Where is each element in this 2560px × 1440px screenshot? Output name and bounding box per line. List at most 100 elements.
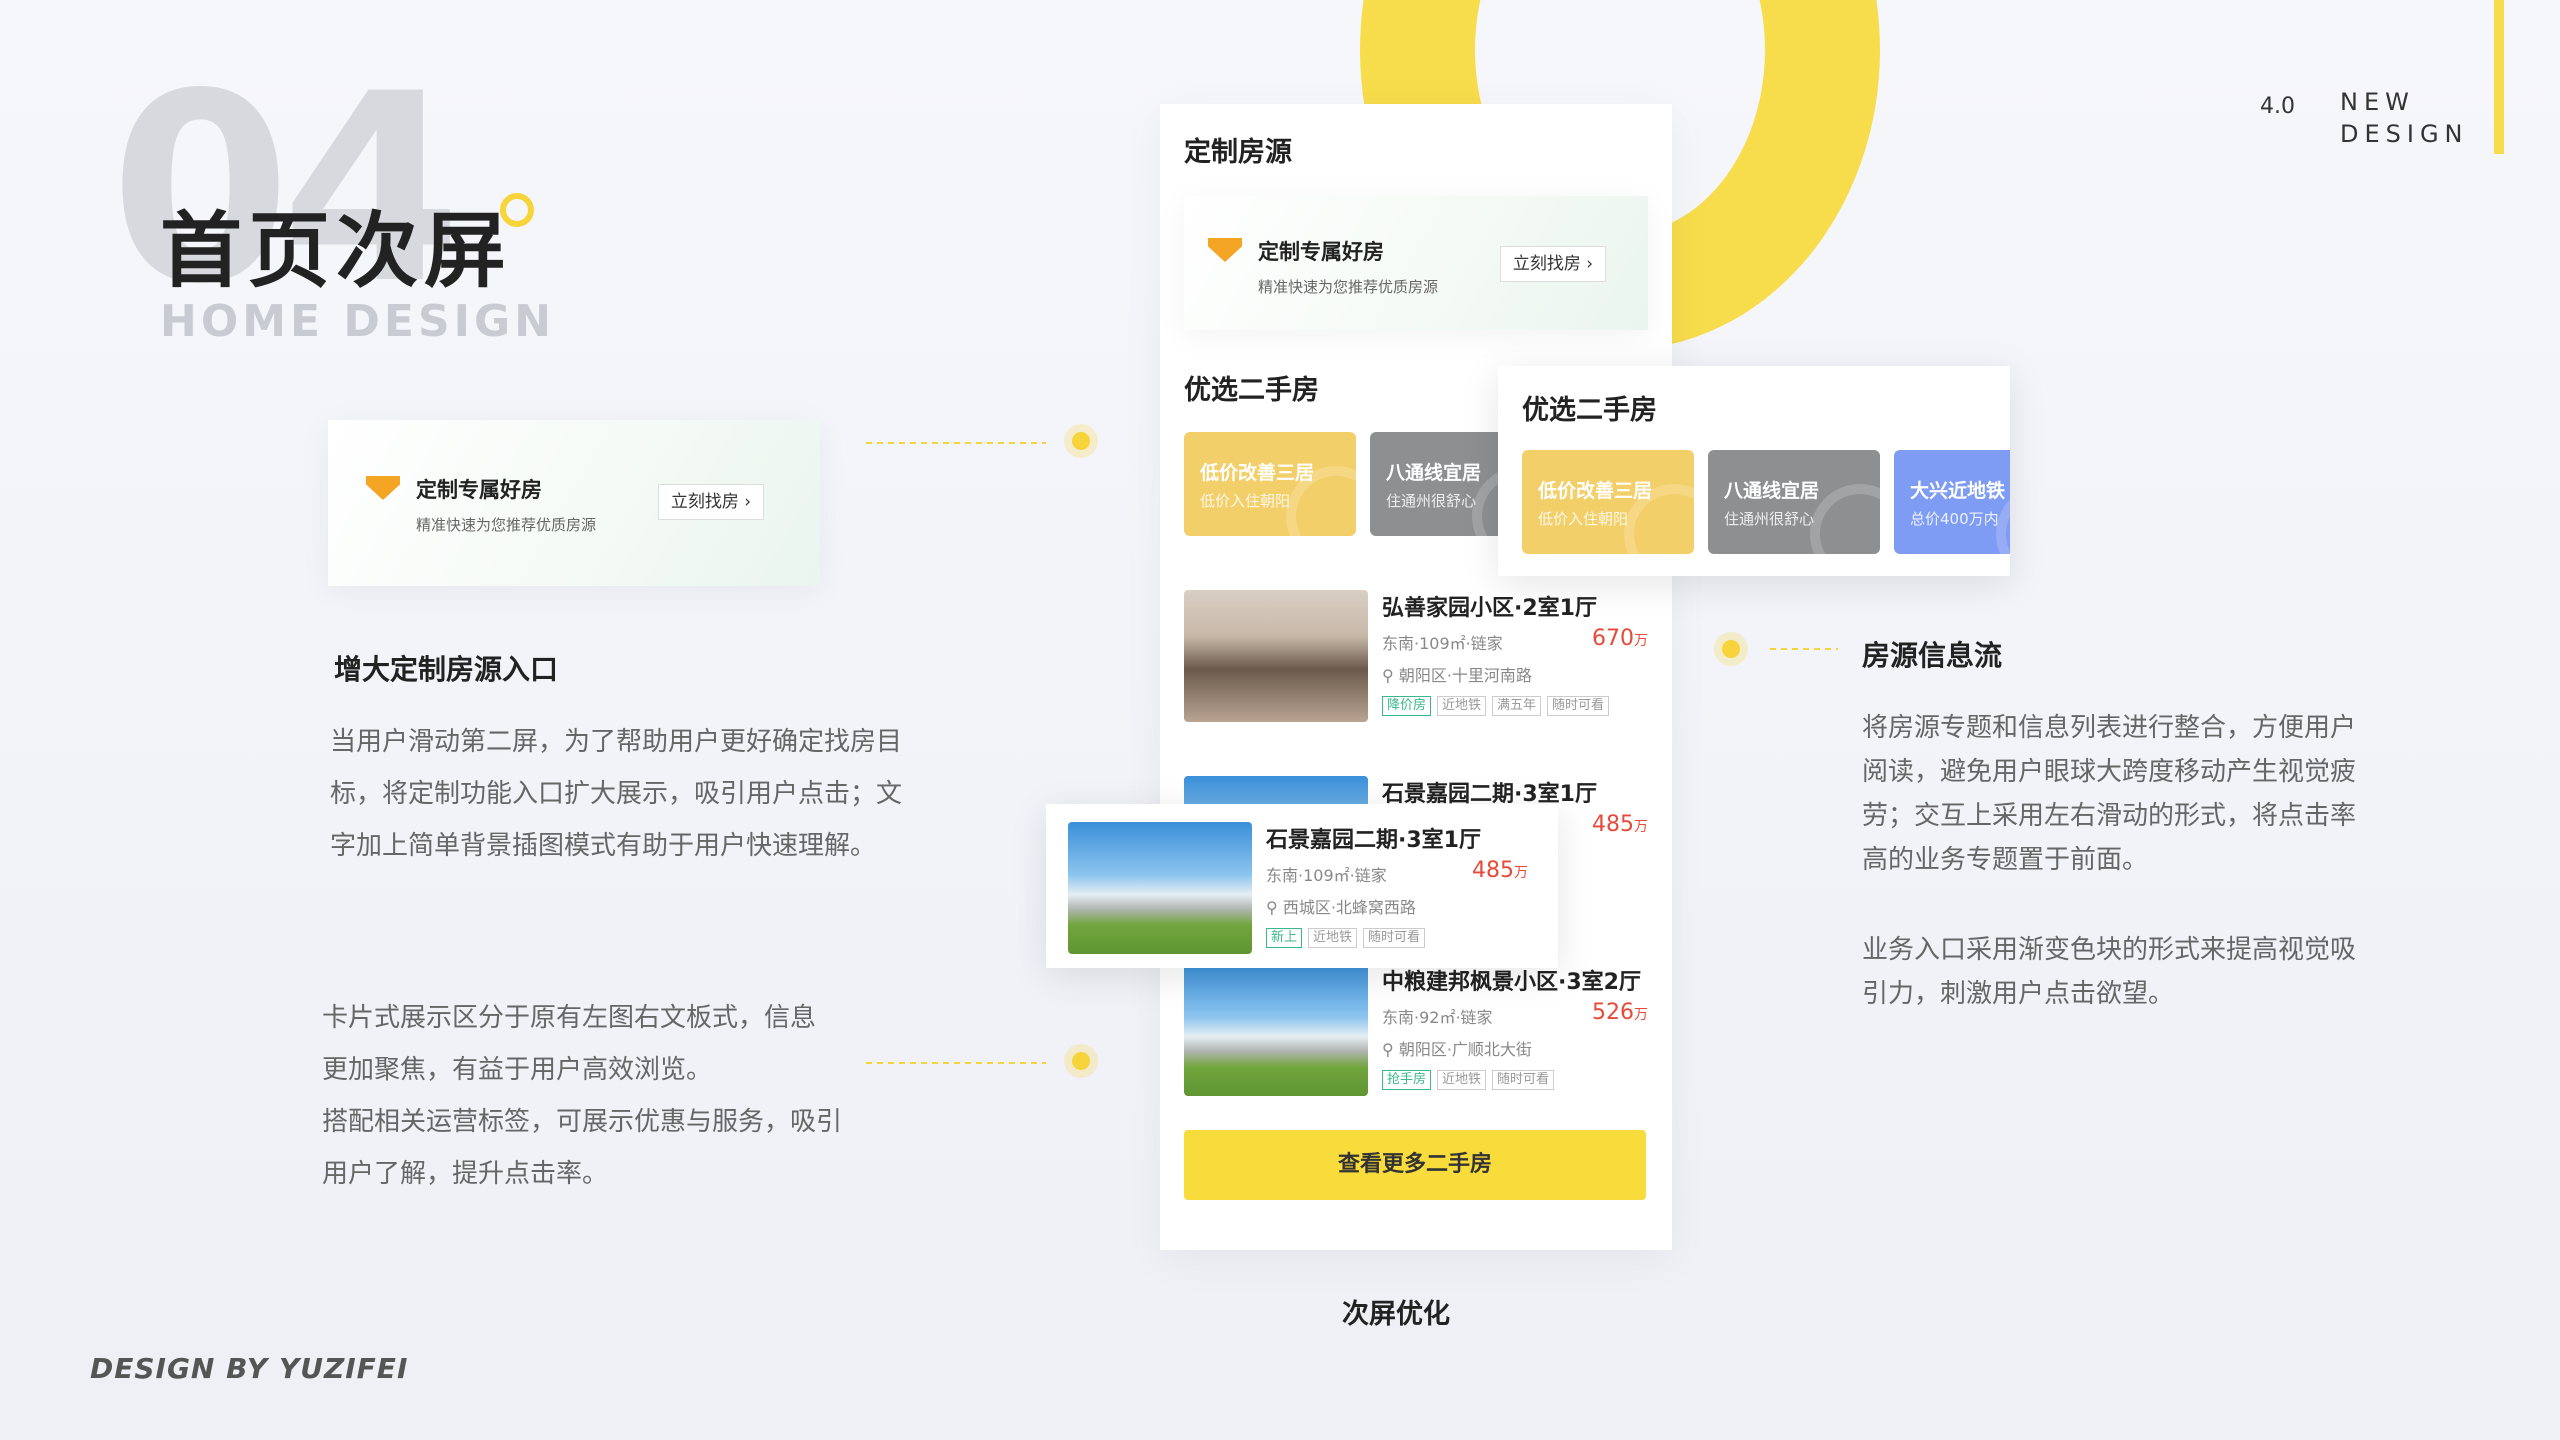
connector-dot-icon — [1072, 432, 1090, 450]
listing-overlay[interactable]: 石景嘉园二期·3室1厅 东南·109㎡·链家 485万 ⚲ 西城区·北蜂窝西路 … — [1046, 804, 1558, 968]
listing-info: 东南·109㎡·链家 — [1266, 866, 1387, 885]
listing-price: 526万 — [1592, 1000, 1648, 1025]
topic-tile[interactable]: 低价改善三居 低价入住朝阳 — [1522, 450, 1694, 554]
listing-price: 485万 — [1592, 812, 1648, 837]
tile-title: 八通线宜居 — [1724, 480, 1820, 502]
listing-card[interactable]: 中粮建邦枫景小区·3室2厅 东南·92㎡·链家 526万 ⚲ 朝阳区·广顺北大街… — [1184, 964, 1648, 1096]
tag: 近地铁 — [1437, 696, 1487, 716]
connector-line — [866, 1062, 1046, 1064]
title-dot-icon — [500, 193, 534, 227]
listing-location: ⚲ 西城区·北蜂窝西路 — [1266, 894, 1416, 918]
section2-line: 更加聚焦，有益于用户高效浏览。 — [322, 1055, 713, 1085]
section1-line: 字加上简单背景插图模式有助于用户快速理解。 — [330, 831, 877, 861]
footer-credit: DESIGN BY YUZIFEI — [90, 1352, 409, 1385]
listing-info: 东南·109㎡·链家 — [1382, 634, 1503, 653]
tile-subtitle: 住通州很舒心 — [1724, 510, 1815, 528]
second-hand-title: 优选二手房 — [1522, 395, 1657, 426]
location-text: 西城区·北蜂窝西路 — [1282, 898, 1416, 917]
listing-location: ⚲ 朝阳区·十里河南路 — [1382, 662, 1532, 686]
tile-title: 低价改善三居 — [1200, 462, 1315, 484]
section2-line: 搭配相关运营标签，可展示优惠与服务，吸引 — [322, 1107, 843, 1137]
tile-subtitle: 低价入住朝阳 — [1200, 492, 1291, 510]
second-hand-title: 优选二手房 — [1184, 375, 1319, 406]
banner-subtitle: 精准快速为您推荐优质房源 — [1258, 278, 1439, 296]
tag: 随时可看 — [1547, 696, 1610, 716]
section2-line: 用户了解，提升点击率。 — [322, 1159, 609, 1189]
location-pin-icon: ⚲ — [1382, 666, 1399, 685]
listing-title: 石景嘉园二期·3室1厅 — [1266, 828, 1481, 853]
new-design-label: NEW DESIGN — [2340, 88, 2469, 148]
listing-price: 670万 — [1592, 626, 1648, 651]
listing-info: 东南·92㎡·链家 — [1382, 1008, 1493, 1027]
listing-tags: 降价房 近地铁 满五年 随时可看 — [1382, 696, 1610, 716]
banner-subtitle: 精准快速为您推荐优质房源 — [416, 516, 597, 534]
section1-text: 当用户滑动第二屏，为了帮助用户更好确定找房目 标，将定制功能入口扩大展示，吸引用… — [330, 716, 930, 872]
tile-subtitle: 低价入住朝阳 — [1538, 510, 1629, 528]
section1-line: 当用户滑动第二屏，为了帮助用户更好确定找房目 — [330, 727, 903, 757]
view-more-button[interactable]: 查看更多二手房 — [1184, 1130, 1646, 1200]
tag: 近地铁 — [1437, 1070, 1487, 1090]
location-text: 朝阳区·广顺北大街 — [1398, 1040, 1532, 1059]
location-text: 朝阳区·十里河南路 — [1398, 666, 1532, 685]
topic-tile[interactable]: 低价改善三居 低价入住朝阳 — [1184, 432, 1356, 536]
tag: 满五年 — [1492, 696, 1542, 716]
listing-tags: 抢手房 近地铁 随时可看 — [1382, 1070, 1555, 1090]
find-house-button[interactable]: 立刻找房 › — [1500, 246, 1606, 282]
tag: 随时可看 — [1363, 928, 1426, 948]
custom-house-banner[interactable]: 定制专属好房 精准快速为您推荐优质房源 立刻找房 › — [328, 420, 820, 586]
phone-custom-banner[interactable]: 定制专属好房 精准快速为您推荐优质房源 立刻找房 › — [1184, 196, 1648, 330]
connector-line — [1770, 648, 1838, 650]
listing-photo — [1184, 590, 1368, 722]
price-value: 526 — [1592, 1000, 1634, 1025]
price-value: 670 — [1592, 626, 1634, 651]
listing-card[interactable]: 石景嘉园二期·3室1厅 东南·109㎡·链家 485万 ⚲ 西城区·北蜂窝西路 … — [1068, 822, 1528, 954]
tile-title: 八通线宜居 — [1386, 462, 1482, 484]
tile-title: 低价改善三居 — [1538, 480, 1653, 502]
listing-tags: 新上 近地铁 随时可看 — [1266, 928, 1426, 948]
find-house-button[interactable]: 立刻找房 › — [658, 484, 764, 520]
caption: 次屏优化 — [1342, 1299, 1450, 1330]
section3-line: 劳；交互上采用左右滑动的形式，将点击率 — [1862, 801, 2357, 831]
connector-dot-icon — [1722, 640, 1740, 658]
tile-subtitle: 住通州很舒心 — [1386, 492, 1477, 510]
banner-title: 定制专属好房 — [416, 478, 542, 502]
phone-screen: 定制房源 定制专属好房 精准快速为您推荐优质房源 立刻找房 › 优选二手房 低价… — [1160, 104, 1672, 1250]
section3-text: 将房源专题和信息列表进行整合，方便用户 阅读，避免用户眼球大跨度移动产生视觉疲 … — [1862, 706, 2422, 882]
section3-text2: 业务入口采用渐变色块的形式来提高视觉吸 引力，刺激用户点击欲望。 — [1862, 928, 2422, 1016]
price-unit: 万 — [1634, 1007, 1648, 1023]
topic-tile[interactable]: 大兴近地铁 总价400万内 — [1894, 450, 2010, 554]
tag: 降价房 — [1382, 696, 1432, 716]
section3-heading: 房源信息流 — [1862, 639, 2003, 672]
listing-price: 485万 — [1472, 858, 1528, 883]
custom-house-title: 定制房源 — [1184, 137, 1292, 168]
listing-card[interactable]: 弘善家园小区·2室1厅 东南·109㎡·链家 670万 ⚲ 朝阳区·十里河南路 … — [1184, 590, 1648, 722]
section3-line: 阅读，避免用户眼球大跨度移动产生视觉疲 — [1862, 757, 2357, 787]
listing-location: ⚲ 朝阳区·广顺北大街 — [1382, 1036, 1532, 1060]
tag: 随时可看 — [1492, 1070, 1555, 1090]
tile-decor — [1810, 484, 1880, 554]
listing-title: 中粮建邦枫景小区·3室2厅 — [1382, 970, 1641, 995]
diamond-icon — [366, 476, 400, 500]
listing-title: 弘善家园小区·2室1厅 — [1382, 596, 1597, 621]
section1-heading: 增大定制房源入口 — [334, 653, 559, 686]
section3-line: 引力，刺激用户点击欲望。 — [1862, 979, 2175, 1009]
listing-photo — [1184, 964, 1368, 1096]
banner-title: 定制专属好房 — [1258, 240, 1384, 264]
connector-dot-icon — [1072, 1052, 1090, 1070]
location-pin-icon: ⚲ — [1382, 1040, 1399, 1059]
price-value: 485 — [1472, 858, 1514, 883]
location-pin-icon: ⚲ — [1266, 898, 1283, 917]
topic-tile[interactable]: 八通线宜居 住通州很舒心 — [1708, 450, 1880, 554]
second-hand-overlay: 优选二手房 低价改善三居 低价入住朝阳 八通线宜居 住通州很舒心 大兴近地铁 总… — [1498, 366, 2010, 576]
tag: 近地铁 — [1308, 928, 1358, 948]
section3-line: 业务入口采用渐变色块的形式来提高视觉吸 — [1862, 935, 2357, 965]
price-value: 485 — [1592, 812, 1634, 837]
price-unit: 万 — [1514, 865, 1528, 881]
connector-line — [866, 442, 1046, 444]
listing-photo — [1068, 822, 1252, 954]
section3-line: 将房源专题和信息列表进行整合，方便用户 — [1862, 713, 2357, 743]
diamond-icon — [1208, 238, 1242, 262]
price-unit: 万 — [1634, 819, 1648, 835]
page-title: 首页次屏 — [160, 204, 513, 299]
tile-title: 大兴近地铁 — [1910, 480, 2006, 502]
